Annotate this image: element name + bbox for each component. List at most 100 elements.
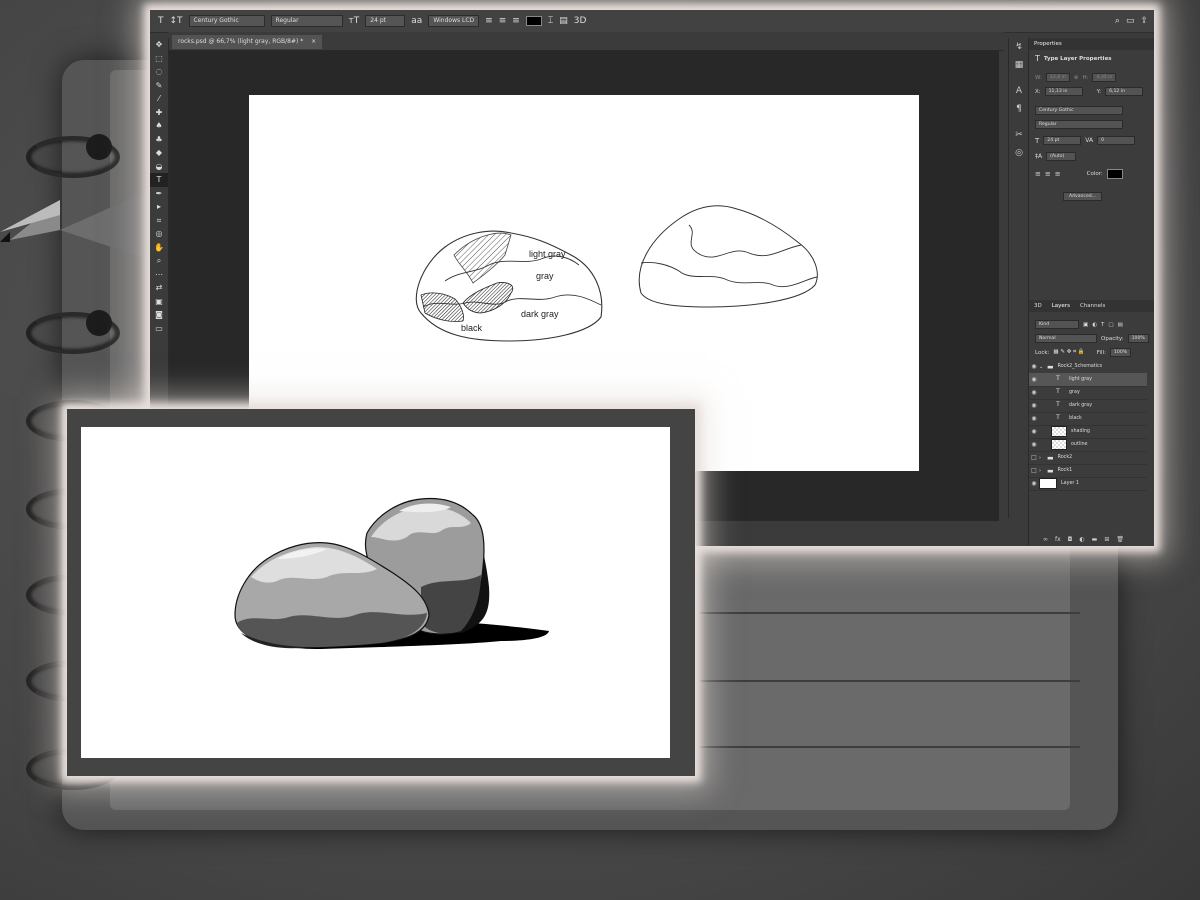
- panel-font-size[interactable]: 24 pt: [1043, 136, 1082, 145]
- align-right-icon[interactable]: ≡: [1055, 170, 1061, 178]
- lasso-tool-icon[interactable]: ◌: [150, 65, 168, 79]
- brush-tool-icon[interactable]: ♠: [150, 119, 168, 133]
- document-tab[interactable]: rocks.psd @ 66,7% (light gray, RGB/8#) *…: [172, 35, 323, 49]
- h-field[interactable]: 4,35 in: [1092, 73, 1117, 82]
- visibility-eye-icon[interactable]: ◉: [1029, 428, 1039, 435]
- blend-mode-select[interactable]: Normal: [1035, 334, 1097, 343]
- type-tool-icon[interactable]: T: [158, 16, 164, 26]
- visibility-eye-icon[interactable]: ◉: [1029, 376, 1039, 383]
- adjustment-icon[interactable]: ◐: [1079, 536, 1084, 543]
- screen-mode-icon[interactable]: ▭: [150, 322, 168, 336]
- filter-smart-icon[interactable]: ▤: [1118, 322, 1123, 328]
- visibility-off-icon[interactable]: □: [1029, 467, 1039, 474]
- align-center-icon[interactable]: ≡: [499, 16, 507, 26]
- text-color-swatch[interactable]: [525, 16, 542, 26]
- opacity-field[interactable]: 100%: [1127, 334, 1149, 343]
- visibility-eye-icon[interactable]: ◉: [1029, 480, 1039, 487]
- clone-stamp-icon[interactable]: ♣: [150, 133, 168, 147]
- panel-font-family[interactable]: Century Gothic: [1035, 106, 1123, 115]
- character-icon[interactable]: A: [1009, 82, 1029, 100]
- y-field[interactable]: 6,12 in: [1105, 87, 1144, 96]
- align-center-icon[interactable]: ≡: [1045, 170, 1051, 178]
- font-family-select[interactable]: Century Gothic: [188, 15, 265, 27]
- search-icon[interactable]: ⌕: [1115, 16, 1120, 26]
- healing-brush-icon[interactable]: ✚: [150, 106, 168, 120]
- pen-tool-icon[interactable]: ✒: [150, 187, 168, 201]
- tools-settings-icon[interactable]: ✂: [1009, 126, 1029, 144]
- link-icon[interactable]: ⊗: [1074, 75, 1079, 81]
- filter-type-icon[interactable]: T: [1101, 322, 1104, 328]
- properties-tab[interactable]: Properties: [1029, 38, 1154, 50]
- more-tools-icon[interactable]: ⋯: [150, 268, 168, 282]
- align-left-icon[interactable]: ≡: [1035, 170, 1041, 178]
- layer-row[interactable]: ◉ shading: [1029, 425, 1147, 439]
- panel-font-style[interactable]: Regular: [1035, 120, 1123, 129]
- layer-row[interactable]: ◉ outline: [1029, 438, 1147, 452]
- crop-tool-icon[interactable]: ⌗: [150, 214, 168, 228]
- chevron-right-icon[interactable]: ›: [1039, 468, 1047, 474]
- tab-layers[interactable]: Layers: [1052, 303, 1070, 309]
- 3d-label[interactable]: 3D: [574, 16, 587, 26]
- text-orientation-icon[interactable]: ↕T: [170, 16, 183, 26]
- panel-color-swatch[interactable]: [1106, 169, 1123, 179]
- swatches-icon[interactable]: ▦: [1009, 56, 1029, 74]
- warp-text-icon[interactable]: ⌶: [548, 16, 553, 26]
- workspace-icon[interactable]: ▭: [1126, 16, 1135, 26]
- new-group-icon[interactable]: ▬: [1092, 536, 1098, 543]
- layer-filter-select[interactable]: Kind: [1035, 320, 1079, 329]
- libraries-icon[interactable]: ◎: [1009, 144, 1029, 162]
- visibility-eye-icon[interactable]: ◉: [1029, 441, 1039, 448]
- marquee-tool-icon[interactable]: ⬚: [150, 52, 168, 66]
- quick-mask-icon[interactable]: ◙: [150, 308, 168, 322]
- visibility-eye-icon[interactable]: ◉: [1029, 402, 1039, 409]
- add-mask-icon[interactable]: ◘: [1068, 536, 1073, 543]
- new-layer-icon[interactable]: ⊞: [1104, 536, 1109, 543]
- layer-row[interactable]: □ › ▬ Rock1: [1029, 464, 1147, 478]
- link-layers-icon[interactable]: ∞: [1043, 536, 1048, 543]
- visibility-off-icon[interactable]: □: [1029, 454, 1039, 461]
- paragraph-icon[interactable]: ¶: [1009, 100, 1029, 118]
- visibility-eye-icon[interactable]: ◉: [1029, 415, 1039, 422]
- ellipse-tool-icon[interactable]: ◎: [150, 227, 168, 241]
- path-select-icon[interactable]: ▸: [150, 200, 168, 214]
- layer-row[interactable]: ◉ Layer 1: [1029, 477, 1147, 491]
- filter-pixel-icon[interactable]: ▣: [1083, 322, 1088, 328]
- type-tool-icon[interactable]: T: [150, 173, 168, 187]
- antialias-select[interactable]: Windows LCD: [428, 15, 480, 27]
- advanced-button[interactable]: Advanced...: [1063, 192, 1103, 201]
- visibility-eye-icon[interactable]: ◉: [1029, 363, 1039, 370]
- w-field[interactable]: 12,8 in: [1045, 73, 1070, 82]
- align-left-icon[interactable]: ≡: [485, 16, 493, 26]
- align-right-icon[interactable]: ≡: [512, 16, 520, 26]
- tab-3d[interactable]: 3D: [1034, 303, 1042, 309]
- font-size-select[interactable]: 24 pt: [365, 15, 406, 27]
- fx-icon[interactable]: fx: [1055, 536, 1061, 543]
- layer-row[interactable]: □ › ▬ Rock2: [1029, 451, 1147, 465]
- panel-tracking[interactable]: 0: [1097, 136, 1136, 145]
- character-panel-icon[interactable]: ▤: [559, 16, 568, 26]
- filter-adjust-icon[interactable]: ◐: [1092, 322, 1097, 328]
- hand-tool-icon[interactable]: ✋: [150, 241, 168, 255]
- x-field[interactable]: 11,13 in: [1044, 87, 1083, 96]
- panel-leading[interactable]: (Auto): [1046, 152, 1077, 161]
- paint-bucket-icon[interactable]: ◒: [150, 160, 168, 174]
- layer-row[interactable]: ◉ T gray: [1029, 386, 1147, 400]
- eyedropper-icon[interactable]: ⁄: [150, 92, 168, 106]
- chevron-down-icon[interactable]: ⌄: [1039, 364, 1047, 370]
- close-tab-icon[interactable]: ×: [311, 38, 316, 45]
- swap-colors-icon[interactable]: ⇄: [150, 281, 168, 295]
- lock-icons[interactable]: ▦ ✎ ✥ ⌗ 🔒: [1053, 349, 1084, 356]
- quick-select-icon[interactable]: ✎: [150, 79, 168, 93]
- filter-shape-icon[interactable]: ▢: [1108, 322, 1113, 328]
- trash-icon[interactable]: 🗑: [1116, 536, 1124, 543]
- layer-row[interactable]: ◉ ⌄ ▬ Rock2_Schematics: [1029, 360, 1147, 374]
- layer-row[interactable]: ◉ T dark gray: [1029, 399, 1147, 413]
- move-tool-icon[interactable]: ✥: [150, 38, 168, 52]
- zoom-tool-icon[interactable]: ⌕: [150, 254, 168, 268]
- font-style-select[interactable]: Regular: [270, 15, 343, 27]
- chevron-right-icon[interactable]: ›: [1039, 455, 1047, 461]
- fill-field[interactable]: 100%: [1109, 348, 1132, 357]
- share-icon[interactable]: ⇪: [1140, 16, 1148, 26]
- tab-channels[interactable]: Channels: [1080, 303, 1105, 309]
- color-swatches-icon[interactable]: ▣: [150, 295, 168, 309]
